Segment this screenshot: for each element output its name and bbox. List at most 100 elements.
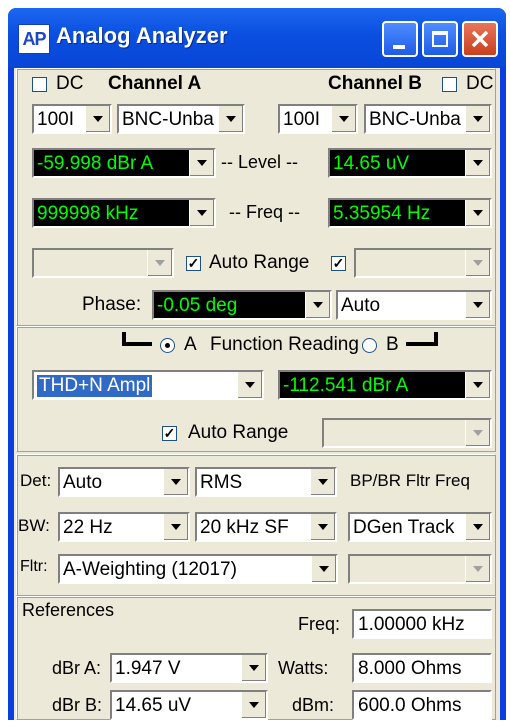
rms-select[interactable]: RMS — [195, 467, 337, 497]
channel-a-range-select[interactable]: 100I — [32, 104, 112, 134]
channel-b-range-select[interactable]: 100I — [278, 104, 358, 134]
channel-a-level-readout[interactable]: -59.998 dBr A — [32, 148, 216, 178]
maximize-button[interactable] — [422, 21, 458, 57]
chevron-down-icon[interactable] — [465, 106, 490, 132]
function-reading-readout[interactable]: -112.541 dBr A — [278, 370, 492, 400]
channel-a-range-disabled-select — [32, 248, 174, 278]
chevron-down-icon[interactable] — [310, 514, 335, 540]
channel-b-range-disabled-select — [354, 248, 492, 278]
dbm-field[interactable]: 600.0 Ohms — [352, 690, 492, 720]
chevron-down-icon[interactable] — [465, 372, 490, 398]
function-radio-b-label: B — [386, 334, 399, 355]
chevron-down-icon[interactable] — [241, 655, 266, 681]
dbrb-label: dBr B: — [52, 695, 103, 715]
channel-a-range-value: 100I — [37, 109, 74, 130]
minimize-button[interactable] — [382, 21, 418, 57]
chevron-down-icon[interactable] — [189, 200, 214, 226]
dbra-reference-select[interactable]: 1.947 V — [110, 653, 268, 683]
bracket-right-vertical — [434, 332, 438, 346]
phase-mode-select[interactable]: Auto — [336, 290, 492, 320]
channel-a-freq-readout[interactable]: 999998 kHz — [32, 198, 216, 228]
channel-a-connector-value: BNC-Unba — [122, 109, 214, 130]
chevron-down-icon[interactable] — [189, 150, 214, 176]
dbra-reference-value: 1.947 V — [115, 658, 181, 679]
chevron-down-icon[interactable] — [85, 106, 110, 132]
phase-value: -0.05 deg — [157, 295, 238, 316]
auto-range-label: Auto Range — [209, 252, 310, 273]
chevron-down-icon[interactable] — [465, 514, 490, 540]
phase-readout[interactable]: -0.05 deg — [152, 290, 332, 320]
channel-b-connector-value: BNC-Unba — [369, 109, 461, 130]
dgen-track-value: DGen Track — [353, 517, 455, 538]
chevron-down-icon[interactable] — [241, 692, 266, 718]
function-radio-b[interactable] — [362, 338, 377, 353]
chevron-down-icon[interactable] — [465, 292, 490, 318]
bracket-left-horizontal — [122, 342, 152, 346]
chevron-down-icon[interactable] — [311, 556, 336, 582]
chevron-down-icon[interactable] — [310, 469, 335, 495]
auto-range-checkbox-b[interactable]: ✓ — [331, 256, 346, 271]
filter-freq-disabled-select — [348, 554, 492, 584]
references-title: References — [22, 600, 115, 620]
chevron-down-icon — [465, 250, 490, 276]
auto-range-checkbox-a[interactable]: ✓ — [186, 256, 201, 271]
dc-checkbox-a[interactable] — [32, 77, 47, 92]
phase-label: Phase: — [82, 294, 142, 315]
minimize-icon — [393, 45, 405, 49]
chevron-down-icon[interactable] — [163, 514, 188, 540]
chevron-down-icon[interactable] — [465, 150, 490, 176]
dc-checkbox-b[interactable] — [442, 77, 457, 92]
function-reading-label: Function Reading — [210, 334, 359, 355]
channel-a-heading: Channel A — [108, 73, 202, 94]
dbrb-reference-value: 14.65 uV — [115, 695, 192, 716]
dc-label-a: DC — [56, 73, 84, 94]
channel-a-connector-select[interactable]: BNC-Unba — [117, 104, 245, 134]
channel-b-freq-value: 5.35954 Hz — [333, 203, 431, 224]
window-client-area: DC Channel A Channel B DC 100I BNC-Unba … — [14, 68, 500, 720]
function-measurement-value: THD+N Ampl — [37, 375, 153, 397]
phase-mode-value: Auto — [341, 295, 381, 316]
close-icon — [471, 30, 489, 48]
chevron-down-icon[interactable] — [331, 106, 356, 132]
dbra-label: dBr A: — [52, 658, 102, 678]
channel-b-range-value: 100I — [283, 109, 320, 130]
watts-field[interactable]: 8.000 Ohms — [352, 653, 492, 683]
chevron-down-icon[interactable] — [163, 469, 188, 495]
function-measurement-select[interactable]: THD+N Ampl — [32, 370, 264, 400]
ref-freq-label: Freq: — [298, 614, 341, 634]
close-button[interactable] — [462, 21, 498, 57]
bandwidth-high-select[interactable]: 20 kHz SF — [195, 512, 337, 542]
function-reading-value: -112.541 dBr A — [283, 375, 409, 396]
channel-b-freq-readout[interactable]: 5.35954 Hz — [328, 198, 492, 228]
channel-b-level-readout[interactable]: 14.65 uV — [328, 148, 492, 178]
bandwidth-low-select[interactable]: 22 Hz — [58, 512, 190, 542]
chevron-down-icon[interactable] — [465, 200, 490, 226]
bandwidth-low-value: 22 Hz — [63, 517, 113, 538]
dc-label-b: DC — [466, 73, 494, 94]
chevron-down-icon[interactable] — [218, 106, 243, 132]
bw-label: BW: — [18, 516, 50, 535]
freq-label: -- Freq -- — [229, 202, 300, 222]
chevron-down-icon — [465, 420, 490, 446]
dgen-track-select[interactable]: DGen Track — [348, 512, 492, 542]
chevron-down-icon[interactable] — [237, 372, 262, 398]
analog-analyzer-window: AP Analog Analyzer DC Channel A Channel … — [8, 8, 506, 720]
channel-a-freq-value: 999998 kHz — [37, 203, 139, 224]
chevron-down-icon[interactable] — [305, 292, 330, 318]
function-auto-range-checkbox[interactable]: ✓ — [162, 426, 177, 441]
channel-a-level-value: -59.998 dBr A — [37, 153, 154, 174]
dbrb-reference-select[interactable]: 14.65 uV — [110, 690, 268, 720]
det-label: Det: — [20, 471, 52, 490]
dbm-label: dBm: — [292, 695, 335, 715]
maximize-icon — [432, 31, 448, 47]
filter-select[interactable]: A-Weighting (12017) — [58, 554, 338, 584]
bp-br-filter-freq-label: BP/BR Fltr Freq — [350, 471, 470, 490]
channel-b-connector-select[interactable]: BNC-Unba — [364, 104, 492, 134]
chevron-down-icon — [465, 556, 490, 582]
detector-select[interactable]: Auto — [58, 467, 190, 497]
function-radio-a[interactable] — [160, 338, 175, 353]
function-auto-range-label: Auto Range — [188, 422, 289, 443]
title-bar[interactable]: AP Analog Analyzer — [8, 8, 506, 68]
ref-freq-field[interactable]: 1.00000 kHz — [352, 609, 492, 639]
watts-label: Watts: — [278, 658, 329, 678]
